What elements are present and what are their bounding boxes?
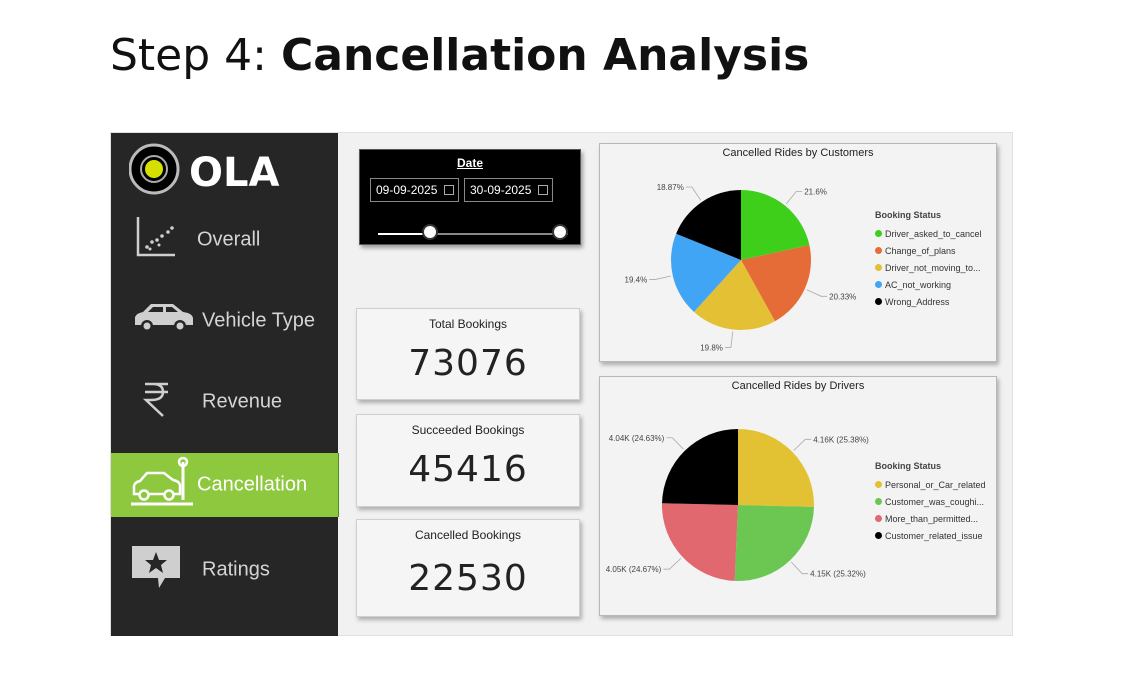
- scatter-chart-icon: [135, 215, 177, 265]
- legend-item[interactable]: Personal_or_Car_related: [875, 476, 986, 493]
- legend-label: AC_not_working: [885, 279, 952, 290]
- sidebar-item-label: Ratings: [202, 558, 270, 581]
- sidebar: OLA Overall Vehicle Type Revenue Cancell…: [111, 133, 339, 636]
- rupee-icon: [141, 380, 171, 424]
- slice-leader-line: [790, 561, 809, 575]
- kpi-title: Total Bookings: [428, 317, 508, 331]
- slice-data-label: 19.8%: [700, 343, 723, 352]
- sidebar-item-ratings[interactable]: Ratings: [111, 538, 338, 602]
- legend-swatch: [875, 481, 882, 488]
- legend-label: Personal_or_Car_related: [885, 479, 986, 490]
- pie-slice[interactable]: [662, 429, 738, 505]
- legend-label: Customer_was_coughi...: [885, 496, 985, 507]
- kpi-succeeded-bookings: Succeeded Bookings 45416: [356, 414, 580, 507]
- kpi-value: 22530: [408, 558, 528, 599]
- legend-label: Driver_asked_to_cancel: [885, 228, 982, 239]
- slice-data-label: 18.87%: [657, 183, 684, 192]
- date-slider-start-handle[interactable]: [421, 224, 438, 240]
- legend-swatch: [875, 532, 882, 539]
- slice-leader-line: [666, 437, 684, 450]
- legend-item[interactable]: Driver_asked_to_cancel: [875, 225, 982, 242]
- svg-text:OLA: OLA: [189, 150, 279, 196]
- slice-data-label: 19.4%: [625, 276, 648, 285]
- legend-item[interactable]: Customer_was_coughi...: [875, 493, 986, 510]
- legend-swatch: [875, 298, 882, 305]
- slice-leader-line: [663, 557, 682, 570]
- slice-data-label: 4.16K (25.38%): [813, 435, 869, 444]
- legend-item[interactable]: Driver_not_moving_to...: [875, 259, 982, 276]
- slice-data-label: 4.04K (24.63%): [609, 434, 665, 443]
- chart-legend: Booking Status Driver_asked_to_cancel Chan…: [875, 210, 982, 310]
- chart-legend: Booking Status Personal_or_Car_related Cus…: [875, 461, 986, 544]
- sidebar-item-overall[interactable]: Overall: [111, 208, 338, 272]
- legend-item[interactable]: Wrong_Address: [875, 293, 982, 310]
- kpi-title: Succeeded Bookings: [411, 423, 525, 437]
- slice-leader-line: [793, 438, 812, 451]
- kpi-value: 73076: [408, 343, 528, 384]
- slice-leader-line: [724, 331, 734, 348]
- calendar-icon[interactable]: [444, 185, 454, 195]
- slice-leader-line: [806, 289, 828, 297]
- legend-item[interactable]: More_than_permitted...: [875, 510, 986, 527]
- legend-swatch: [875, 281, 882, 288]
- end-date-input[interactable]: 30-09-2025: [464, 178, 553, 202]
- legend-swatch: [875, 264, 882, 271]
- car-icon: [131, 301, 195, 341]
- slice-leader-line: [785, 191, 803, 205]
- slice-data-label: 20.33%: [829, 292, 856, 301]
- date-filter-title: Date: [456, 156, 483, 170]
- legend-item[interactable]: AC_not_working: [875, 276, 982, 293]
- legend-label: More_than_permitted...: [885, 513, 979, 524]
- legend-swatch: [875, 498, 882, 505]
- calendar-icon[interactable]: [538, 185, 548, 195]
- sidebar-item-label: Overall: [197, 228, 261, 251]
- sidebar-item-label: Vehicle Type: [202, 309, 316, 332]
- customer-cancellation-chart: Cancelled Rides by Customers 21.6% 20.33%…: [599, 143, 997, 362]
- date-filter: Date 09-09-2025 30-09-2025: [359, 149, 581, 245]
- sidebar-item-label: Revenue: [202, 390, 283, 413]
- pie-slice[interactable]: [734, 505, 814, 581]
- slide-title: Step 4: Cancellation Analysis: [110, 30, 810, 81]
- sidebar-item-cancellation[interactable]: Cancellation: [111, 453, 339, 517]
- car-crash-icon: [131, 456, 195, 514]
- legend-title: Booking Status: [875, 210, 942, 220]
- driver-cancellation-chart: Cancelled Rides by Drivers 4.16K (25.38%…: [599, 376, 997, 616]
- legend-title: Booking Status: [875, 461, 942, 471]
- legend-swatch: [875, 515, 882, 522]
- legend-label: Customer_related_issue: [885, 530, 983, 541]
- kpi-total-bookings: Total Bookings 73076: [356, 308, 580, 400]
- kpi-title: Cancelled Bookings: [414, 528, 522, 542]
- sidebar-item-label: Cancellation: [197, 473, 308, 496]
- slice-data-label: 4.05K (24.67%): [606, 565, 662, 574]
- slice-data-label: 4.15K (25.32%): [810, 570, 866, 579]
- pie-slice[interactable]: [662, 503, 738, 581]
- star-badge-icon: [131, 544, 181, 596]
- pie-slice[interactable]: [738, 429, 814, 507]
- legend-item[interactable]: Change_of_plans: [875, 242, 982, 259]
- kpi-value: 45416: [408, 449, 528, 490]
- start-date-input[interactable]: 09-09-2025: [370, 178, 459, 202]
- legend-label: Wrong_Address: [885, 296, 950, 307]
- sidebar-item-revenue[interactable]: Revenue: [111, 370, 338, 434]
- dashboard: OLA Overall Vehicle Type Revenue Cancell…: [110, 132, 1013, 636]
- slice-leader-line: [649, 275, 671, 280]
- ola-logo: OLA: [128, 142, 289, 198]
- legend-item[interactable]: Customer_related_issue: [875, 527, 986, 544]
- slice-data-label: 21.6%: [804, 187, 827, 196]
- date-slider-end-handle[interactable]: [552, 224, 568, 240]
- sidebar-item-vehicle-type[interactable]: Vehicle Type: [111, 289, 338, 353]
- legend-label: Change_of_plans: [885, 245, 956, 256]
- legend-swatch: [875, 230, 882, 237]
- kpi-cancelled-bookings: Cancelled Bookings 22530: [356, 519, 580, 617]
- legend-label: Driver_not_moving_to...: [885, 262, 981, 273]
- legend-swatch: [875, 247, 882, 254]
- slice-leader-line: [685, 186, 702, 201]
